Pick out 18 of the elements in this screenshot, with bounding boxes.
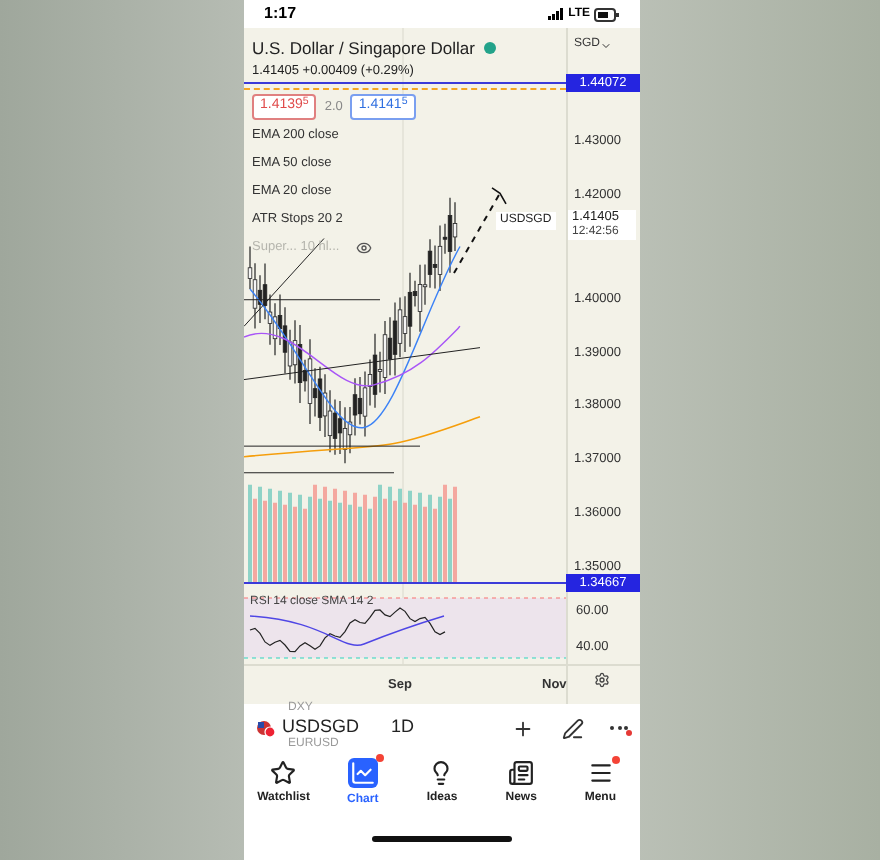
menu-icon bbox=[587, 760, 614, 786]
add-icon[interactable] bbox=[512, 717, 534, 739]
star-icon bbox=[270, 760, 297, 786]
pen-icon[interactable] bbox=[562, 717, 584, 739]
chart-icon bbox=[349, 760, 376, 786]
signal-icon bbox=[548, 8, 565, 20]
chevron-down-icon bbox=[600, 39, 613, 51]
symbol-title: U.S. Dollar / Singapore Dollar bbox=[252, 36, 475, 62]
battery-icon bbox=[594, 7, 620, 21]
settings-icon[interactable] bbox=[594, 672, 610, 688]
interval-button[interactable]: 1D bbox=[391, 714, 415, 742]
newspaper-icon bbox=[508, 760, 535, 786]
flag-icon bbox=[256, 719, 276, 737]
horizontal-line bbox=[244, 299, 381, 301]
hidden-eye-icon[interactable] bbox=[355, 240, 372, 256]
status-time: 1:17 bbox=[264, 2, 297, 26]
lightbulb-icon bbox=[428, 760, 455, 786]
home-indicator bbox=[372, 835, 512, 841]
